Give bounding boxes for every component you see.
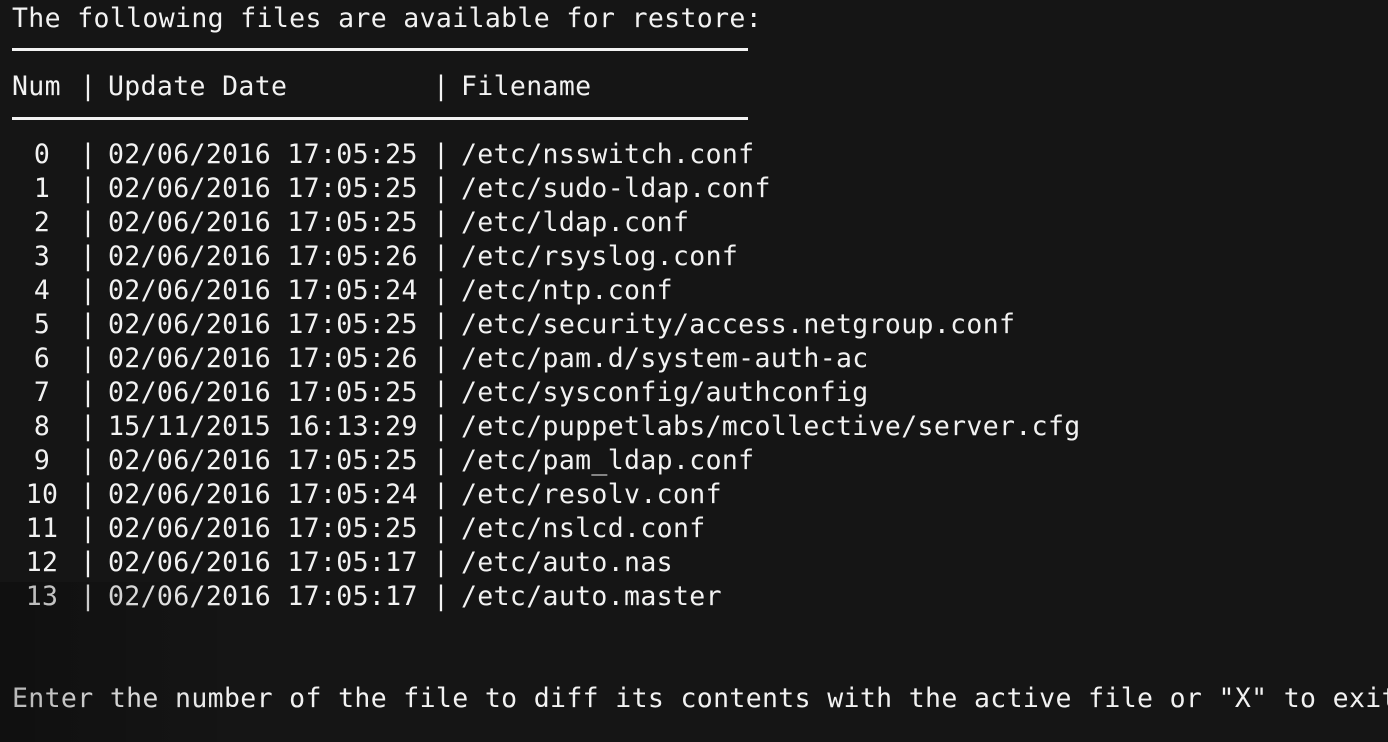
column-separator: | bbox=[433, 377, 450, 408]
file-path: /etc/ldap.conf bbox=[461, 207, 690, 238]
file-path: /etc/puppetlabs/mcollective/server.cfg bbox=[461, 411, 1081, 442]
column-separator: | bbox=[80, 207, 97, 238]
column-separator: | bbox=[433, 139, 450, 170]
column-separator: | bbox=[433, 513, 450, 544]
column-separator: | bbox=[433, 207, 450, 238]
column-separator: | bbox=[80, 547, 97, 578]
file-number: 0 bbox=[33, 139, 51, 170]
file-path: /etc/sysconfig/authconfig bbox=[461, 377, 869, 408]
file-path: /etc/pam.d/system-auth-ac bbox=[461, 343, 869, 374]
column-separator: | bbox=[80, 377, 97, 408]
update-date: 02/06/2016 17:05:25 bbox=[108, 139, 418, 170]
table-header: Num | Update Date | Filename bbox=[12, 70, 1212, 104]
column-separator: | bbox=[433, 241, 450, 272]
table-row: 4 | 02/06/2016 17:05:24 | /etc/ntp.conf bbox=[12, 274, 1212, 308]
file-path: /etc/sudo-ldap.conf bbox=[461, 173, 771, 204]
column-separator: | bbox=[433, 581, 450, 612]
column-separator: | bbox=[80, 411, 97, 442]
file-number: 12 bbox=[25, 547, 59, 578]
column-separator: | bbox=[433, 479, 450, 510]
column-separator: | bbox=[433, 309, 450, 340]
update-date: 02/06/2016 17:05:26 bbox=[108, 343, 418, 374]
column-separator: | bbox=[80, 445, 97, 476]
file-path: /etc/nslcd.conf bbox=[461, 513, 706, 544]
file-number: 3 bbox=[33, 241, 51, 272]
file-path: /etc/ntp.conf bbox=[461, 275, 673, 306]
column-separator: | bbox=[80, 343, 97, 374]
update-date: 15/11/2015 16:13:29 bbox=[108, 411, 418, 442]
update-date: 02/06/2016 17:05:24 bbox=[108, 275, 418, 306]
column-separator: | bbox=[80, 241, 97, 272]
file-number: 1 bbox=[33, 173, 51, 204]
update-date: 02/06/2016 17:05:17 bbox=[108, 547, 418, 578]
table-row: 6 | 02/06/2016 17:05:26 | /etc/pam.d/system-… bbox=[12, 342, 1212, 376]
column-separator: | bbox=[433, 275, 450, 306]
file-number: 2 bbox=[33, 207, 51, 238]
table-row: 12 | 02/06/2016 17:05:17 | /etc/auto.nas bbox=[12, 546, 1212, 580]
table-row: 3 | 02/06/2016 17:05:26 | /etc/rsyslog.conf bbox=[12, 240, 1212, 274]
file-path: /etc/auto.master bbox=[461, 581, 722, 612]
update-date: 02/06/2016 17:05:25 bbox=[108, 377, 418, 408]
header-update-date: Update Date bbox=[108, 71, 288, 102]
update-date: 02/06/2016 17:05:25 bbox=[108, 207, 418, 238]
column-separator: | bbox=[433, 173, 450, 204]
table-row: 2 | 02/06/2016 17:05:25 | /etc/ldap.conf bbox=[12, 206, 1212, 240]
file-number: 11 bbox=[25, 513, 59, 544]
update-date: 02/06/2016 17:05:25 bbox=[108, 309, 418, 340]
table-row: 0 | 02/06/2016 17:05:25 | /etc/nsswitch.conf bbox=[12, 138, 1212, 172]
header-filename: Filename bbox=[461, 71, 592, 102]
file-number: 5 bbox=[33, 309, 51, 340]
table-row: 5 | 02/06/2016 17:05:25 | /etc/security/acce… bbox=[12, 308, 1212, 342]
file-path: /etc/auto.nas bbox=[461, 547, 673, 578]
update-date: 02/06/2016 17:05:25 bbox=[108, 513, 418, 544]
screen-vignette bbox=[0, 582, 240, 742]
table-row: 8 | 15/11/2015 16:13:29 | /etc/puppetlabs/mc… bbox=[12, 410, 1212, 444]
column-separator: | bbox=[80, 309, 97, 340]
header-top-rule bbox=[12, 48, 748, 51]
terminal-window[interactable]: The following files are available for re… bbox=[0, 0, 1388, 742]
column-separator: | bbox=[80, 275, 97, 306]
file-number: 7 bbox=[33, 377, 51, 408]
table-row: 9 | 02/06/2016 17:05:25 | /etc/pam_ldap.conf bbox=[12, 444, 1212, 478]
table-row: 7 | 02/06/2016 17:05:25 | /etc/sysconfig/aut… bbox=[12, 376, 1212, 410]
table-row: 1 | 02/06/2016 17:05:25 | /etc/sudo-ldap.con… bbox=[12, 172, 1212, 206]
update-date: 02/06/2016 17:05:24 bbox=[108, 479, 418, 510]
file-number: 4 bbox=[33, 275, 51, 306]
restore-title: The following files are available for re… bbox=[12, 3, 762, 34]
table-row: 11 | 02/06/2016 17:05:25 | /etc/nslcd.conf bbox=[12, 512, 1212, 546]
header-separator: | bbox=[80, 71, 97, 102]
update-date: 02/06/2016 17:05:26 bbox=[108, 241, 418, 272]
column-separator: | bbox=[433, 445, 450, 476]
file-path: /etc/nsswitch.conf bbox=[461, 139, 755, 170]
column-separator: | bbox=[80, 139, 97, 170]
file-number: 10 bbox=[25, 479, 59, 510]
table-row: 10 | 02/06/2016 17:05:24 | /etc/resolv.conf bbox=[12, 478, 1212, 512]
file-number: 6 bbox=[33, 343, 51, 374]
update-date: 02/06/2016 17:05:25 bbox=[108, 173, 418, 204]
file-number: 9 bbox=[33, 445, 51, 476]
header-separator: | bbox=[433, 71, 450, 102]
header-bottom-rule bbox=[12, 117, 748, 120]
file-path: /etc/pam_ldap.conf bbox=[461, 445, 755, 476]
header-num: Num bbox=[12, 71, 61, 102]
file-number: 8 bbox=[33, 411, 51, 442]
file-path: /etc/resolv.conf bbox=[461, 479, 722, 510]
update-date: 02/06/2016 17:05:25 bbox=[108, 445, 418, 476]
column-separator: | bbox=[80, 513, 97, 544]
column-separator: | bbox=[80, 479, 97, 510]
file-path: /etc/rsyslog.conf bbox=[461, 241, 739, 272]
column-separator: | bbox=[433, 343, 450, 374]
column-separator: | bbox=[80, 173, 97, 204]
column-separator: | bbox=[433, 547, 450, 578]
column-separator: | bbox=[433, 411, 450, 442]
file-path: /etc/security/access.netgroup.conf bbox=[461, 309, 1016, 340]
